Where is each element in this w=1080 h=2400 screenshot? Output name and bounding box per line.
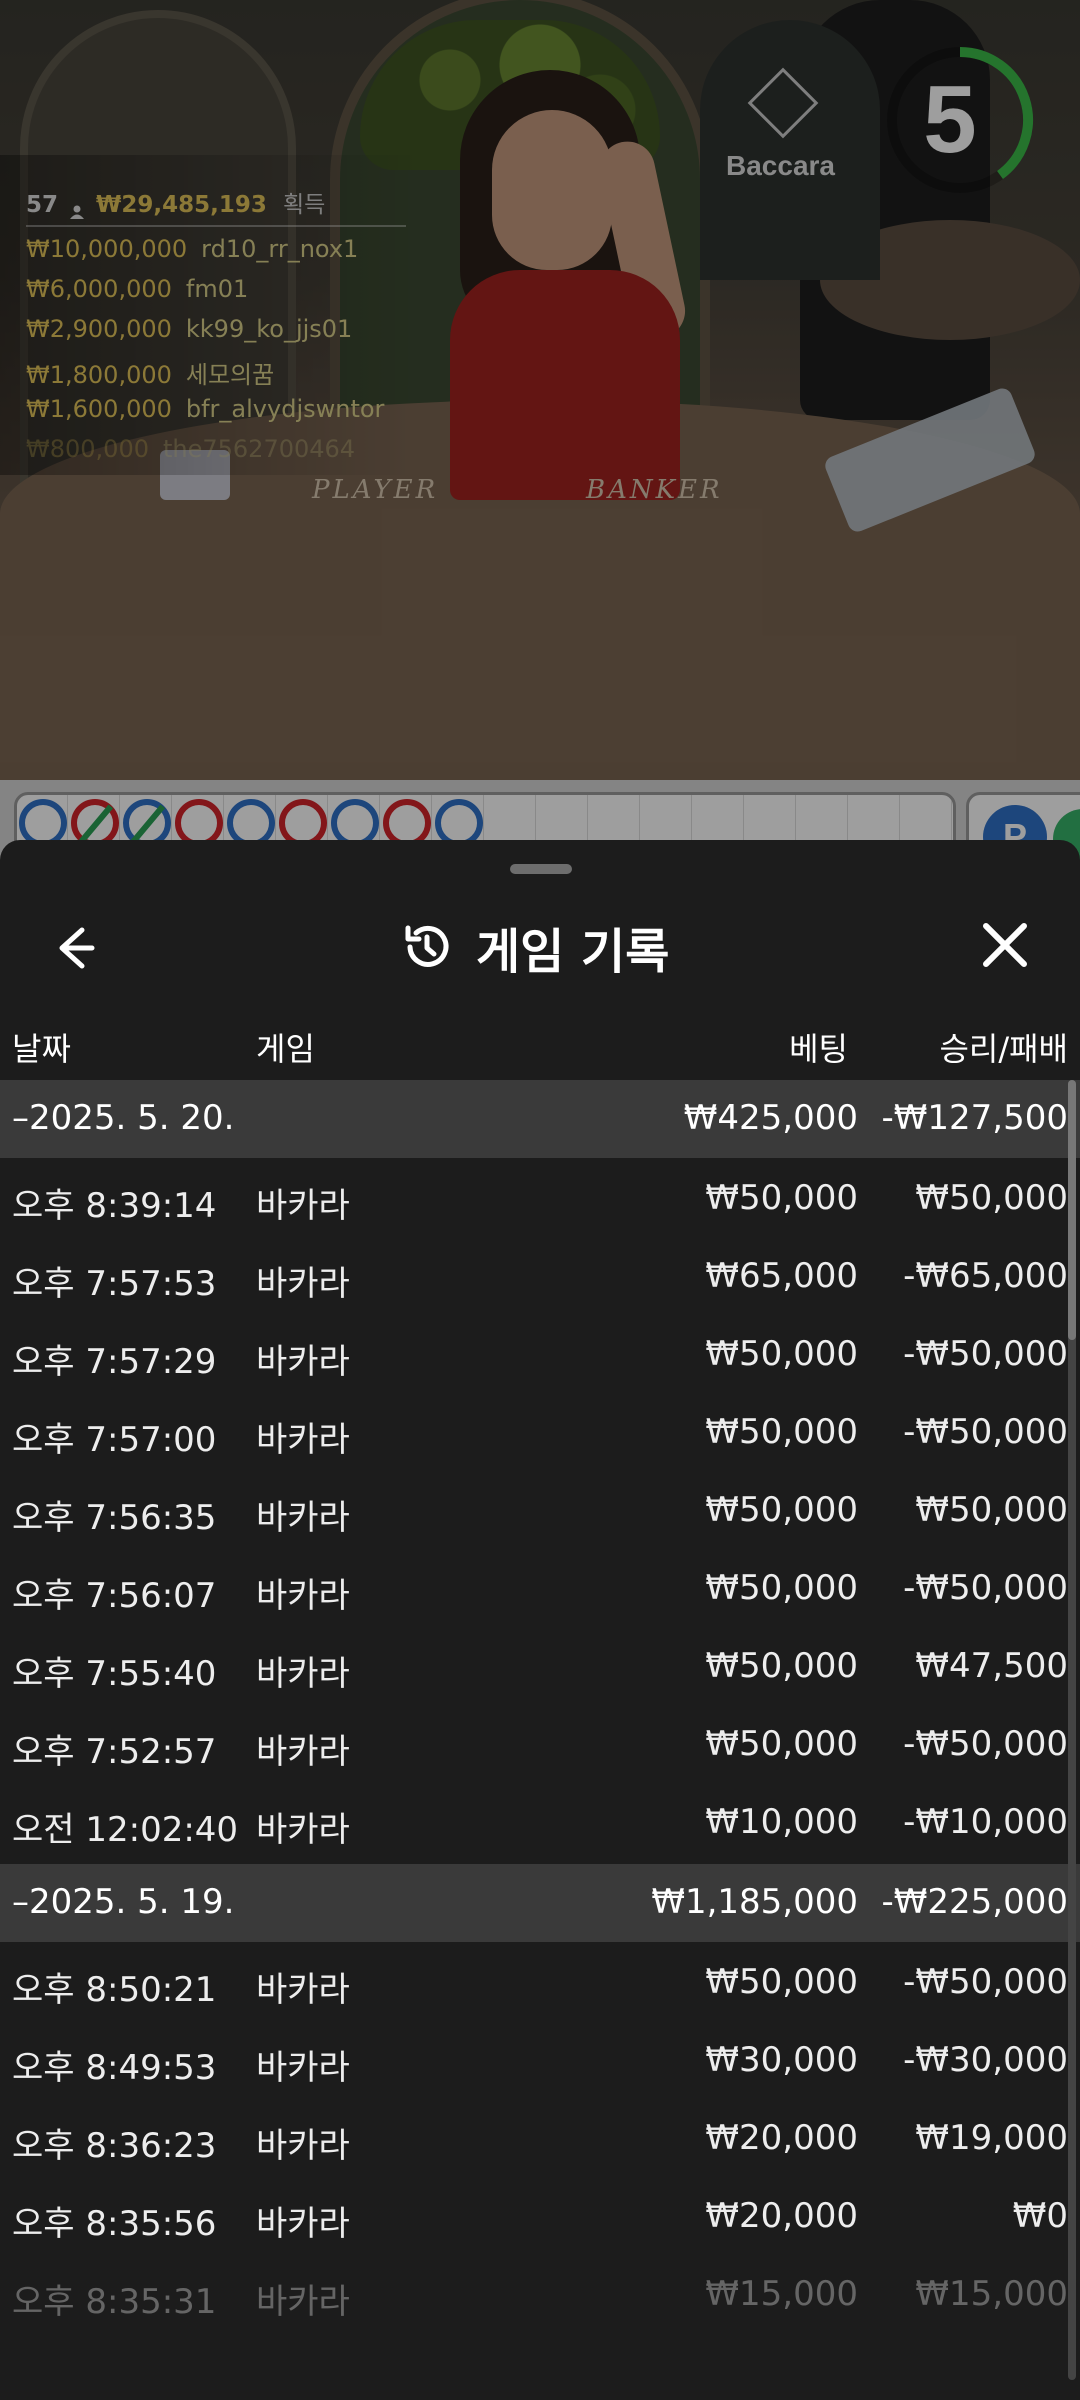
history-row[interactable]: 오후 8:35:31 바카라 ₩15,000 ₩15,000 bbox=[0, 2256, 1080, 2334]
row-bet: ₩30,000 bbox=[705, 2040, 858, 2080]
row-time: 오후 8:39:14 bbox=[12, 1186, 217, 1226]
row-time: 오후 8:36:23 bbox=[12, 2126, 217, 2166]
table-header: 날짜 게임 베팅 승리/패배 bbox=[0, 1010, 1080, 1080]
row-result: -₩50,000 bbox=[903, 1962, 1068, 2002]
column-game: 게임 bbox=[256, 1030, 315, 1068]
history-row[interactable]: 오후 7:57:00 바카라 ₩50,000 -₩50,000 bbox=[0, 1394, 1080, 1472]
row-game: 바카라 bbox=[256, 1970, 350, 2010]
row-result: -₩10,000 bbox=[903, 1802, 1068, 1842]
history-icon bbox=[405, 925, 449, 967]
row-bet: ₩65,000 bbox=[705, 1256, 858, 1296]
row-time: 오후 7:57:53 bbox=[12, 1264, 217, 1304]
row-game: 바카라 bbox=[256, 1264, 350, 1304]
row-result: ₩50,000 bbox=[915, 1178, 1068, 1218]
row-time: 오후 8:35:31 bbox=[12, 2282, 217, 2322]
row-game: 바카라 bbox=[256, 1732, 350, 1772]
row-time: 오후 7:52:57 bbox=[12, 1732, 217, 1772]
row-game: 바카라 bbox=[256, 2126, 350, 2166]
row-result: ₩0 bbox=[1012, 2196, 1068, 2236]
scrollbar-thumb[interactable] bbox=[1068, 1080, 1076, 1340]
history-row[interactable]: 오후 7:56:07 바카라 ₩50,000 -₩50,000 bbox=[0, 1550, 1080, 1628]
row-game: 바카라 bbox=[256, 1654, 350, 1694]
history-row[interactable]: 오후 8:39:14 바카라 ₩50,000 ₩50,000 bbox=[0, 1160, 1080, 1238]
row-result: -₩65,000 bbox=[903, 1256, 1068, 1296]
row-game: 바카라 bbox=[256, 2204, 350, 2244]
row-result: -₩50,000 bbox=[903, 1334, 1068, 1374]
row-game: 바카라 bbox=[256, 1498, 350, 1538]
row-result: -₩50,000 bbox=[903, 1724, 1068, 1764]
history-row[interactable]: 오후 8:49:53 바카라 ₩30,000 -₩30,000 bbox=[0, 2022, 1080, 2100]
date-group-header[interactable]: –2025. 5. 19. ₩1,185,000 -₩225,000 bbox=[0, 1864, 1080, 1942]
row-game: 바카라 bbox=[256, 2282, 350, 2322]
sheet-title: 게임 기록 bbox=[476, 924, 670, 980]
back-button[interactable] bbox=[40, 918, 110, 978]
history-row[interactable]: 오후 8:35:56 바카라 ₩20,000 ₩0 bbox=[0, 2178, 1080, 2256]
row-game: 바카라 bbox=[256, 1420, 350, 1460]
row-time: 오후 8:49:53 bbox=[12, 2048, 217, 2088]
group-date: –2025. 5. 20. bbox=[12, 1098, 235, 1138]
sheet-title-group: 게임 기록 bbox=[400, 912, 669, 982]
row-time: 오전 12:02:40 bbox=[12, 1810, 239, 1850]
row-time: 오후 7:57:29 bbox=[12, 1342, 217, 1382]
row-time: 오후 8:35:56 bbox=[12, 2204, 217, 2244]
row-time: 오후 7:56:35 bbox=[12, 1498, 217, 1538]
history-row[interactable]: 오후 7:55:40 바카라 ₩50,000 ₩47,500 bbox=[0, 1628, 1080, 1706]
column-result: 승리/패배 bbox=[939, 1030, 1068, 1068]
history-row[interactable]: 오후 7:57:29 바카라 ₩50,000 -₩50,000 bbox=[0, 1316, 1080, 1394]
sheet-header: 게임 기록 bbox=[0, 890, 1080, 1000]
row-bet: ₩20,000 bbox=[705, 2196, 858, 2236]
history-row[interactable]: 오전 12:02:40 바카라 ₩10,000 -₩10,000 bbox=[0, 1784, 1080, 1862]
history-row[interactable]: 오후 8:36:23 바카라 ₩20,000 ₩19,000 bbox=[0, 2100, 1080, 2178]
history-row[interactable]: 오후 7:57:53 바카라 ₩65,000 -₩65,000 bbox=[0, 1238, 1080, 1316]
row-bet: ₩50,000 bbox=[705, 1412, 858, 1452]
scrollbar[interactable] bbox=[1068, 1080, 1076, 2380]
row-result: -₩50,000 bbox=[903, 1412, 1068, 1452]
group-result-total: -₩225,000 bbox=[881, 1882, 1069, 1922]
group-bet-total: ₩1,185,000 bbox=[651, 1882, 858, 1922]
row-result: ₩50,000 bbox=[915, 1490, 1068, 1530]
row-bet: ₩20,000 bbox=[705, 2118, 858, 2158]
row-time: 오후 7:57:00 bbox=[12, 1420, 217, 1460]
drag-handle[interactable] bbox=[510, 864, 572, 874]
row-bet: ₩50,000 bbox=[705, 1724, 858, 1764]
history-row[interactable]: 오후 7:52:57 바카라 ₩50,000 -₩50,000 bbox=[0, 1706, 1080, 1784]
close-button[interactable] bbox=[970, 914, 1040, 978]
row-bet: ₩50,000 bbox=[705, 1334, 858, 1374]
row-game: 바카라 bbox=[256, 1186, 350, 1226]
row-game: 바카라 bbox=[256, 2048, 350, 2088]
row-time: 오후 8:50:21 bbox=[12, 1970, 217, 2010]
row-bet: ₩50,000 bbox=[705, 1490, 858, 1530]
row-bet: ₩50,000 bbox=[705, 1568, 858, 1608]
row-result: ₩47,500 bbox=[915, 1646, 1068, 1686]
row-bet: ₩10,000 bbox=[705, 1802, 858, 1842]
row-result: -₩30,000 bbox=[903, 2040, 1068, 2080]
column-date: 날짜 bbox=[12, 1030, 71, 1068]
row-bet: ₩15,000 bbox=[705, 2274, 858, 2314]
row-result: ₩19,000 bbox=[915, 2118, 1068, 2158]
group-bet-total: ₩425,000 bbox=[683, 1098, 858, 1138]
close-icon bbox=[983, 923, 1027, 967]
row-bet: ₩50,000 bbox=[705, 1646, 858, 1686]
history-row[interactable]: 오후 7:56:35 바카라 ₩50,000 ₩50,000 bbox=[0, 1472, 1080, 1550]
game-history-sheet: 게임 기록 날짜 게임 베팅 승리/패배 –2025. 5. 20. ₩425,0… bbox=[0, 840, 1080, 2400]
row-result: -₩50,000 bbox=[903, 1568, 1068, 1608]
date-group-header[interactable]: –2025. 5. 20. ₩425,000 -₩127,500 bbox=[0, 1080, 1080, 1158]
row-time: 오후 7:55:40 bbox=[12, 1654, 217, 1694]
row-game: 바카라 bbox=[256, 1576, 350, 1616]
group-result-total: -₩127,500 bbox=[881, 1098, 1069, 1138]
history-row[interactable]: 오후 8:50:21 바카라 ₩50,000 -₩50,000 bbox=[0, 1944, 1080, 2022]
row-game: 바카라 bbox=[256, 1342, 350, 1382]
modal-backdrop[interactable] bbox=[0, 0, 1080, 860]
row-bet: ₩50,000 bbox=[705, 1962, 858, 2002]
row-result: ₩15,000 bbox=[915, 2274, 1068, 2314]
row-game: 바카라 bbox=[256, 1810, 350, 1850]
row-bet: ₩50,000 bbox=[705, 1178, 858, 1218]
row-time: 오후 7:56:07 bbox=[12, 1576, 217, 1616]
group-date: –2025. 5. 19. bbox=[12, 1882, 235, 1922]
column-bet: 베팅 bbox=[789, 1030, 848, 1068]
arrow-left-icon bbox=[59, 927, 95, 969]
